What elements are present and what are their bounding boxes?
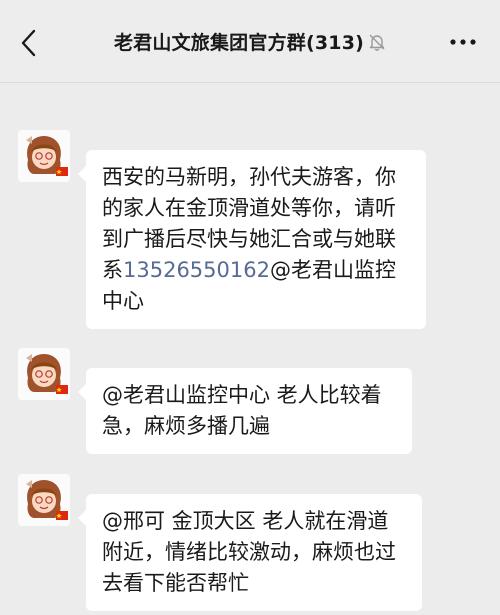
avatar[interactable]: [18, 348, 70, 400]
more-dots-icon: [450, 39, 476, 45]
chat-header: 老君山文旅集团官方群(313): [0, 0, 500, 83]
phone-number-link[interactable]: 13526550162: [123, 258, 270, 282]
chat-title: 老君山文旅集团官方群(313): [60, 28, 440, 55]
cartoon-girl-avatar-icon: [18, 348, 70, 400]
message-bubble[interactable]: 西安的马新明，孙代夫游客，你的家人在金顶滑道处等你，请听到广播后尽快与她汇合或与…: [78, 150, 426, 329]
message-bubble[interactable]: @老君山监控中心 老人比较着急，麻烦多播几遍: [78, 368, 412, 454]
message-text: @邢可 金顶大区 老人就在滑道附近，情绪比较激动，麻烦也过去看下能否帮忙: [102, 509, 396, 595]
chat-title-text: 老君山文旅集团官方群(313): [113, 32, 365, 54]
chevron-left-icon: [21, 29, 36, 57]
cartoon-girl-avatar-icon: [18, 130, 70, 182]
bell-muted-icon: [369, 34, 385, 51]
message-list[interactable]: 西安的马新明，孙代夫游客，你的家人在金顶滑道处等你，请听到广播后尽快与她汇合或与…: [0, 82, 500, 615]
back-button[interactable]: [14, 26, 44, 60]
cartoon-girl-avatar-icon: [18, 474, 70, 526]
avatar[interactable]: [18, 474, 70, 526]
message-bubble[interactable]: @邢可 金顶大区 老人就在滑道附近，情绪比较激动，麻烦也过去看下能否帮忙: [78, 494, 422, 611]
avatar[interactable]: [18, 130, 70, 182]
more-options-button[interactable]: [448, 30, 478, 54]
message-text: @老君山监控中心 老人比较着急，麻烦多播几遍: [102, 383, 382, 438]
